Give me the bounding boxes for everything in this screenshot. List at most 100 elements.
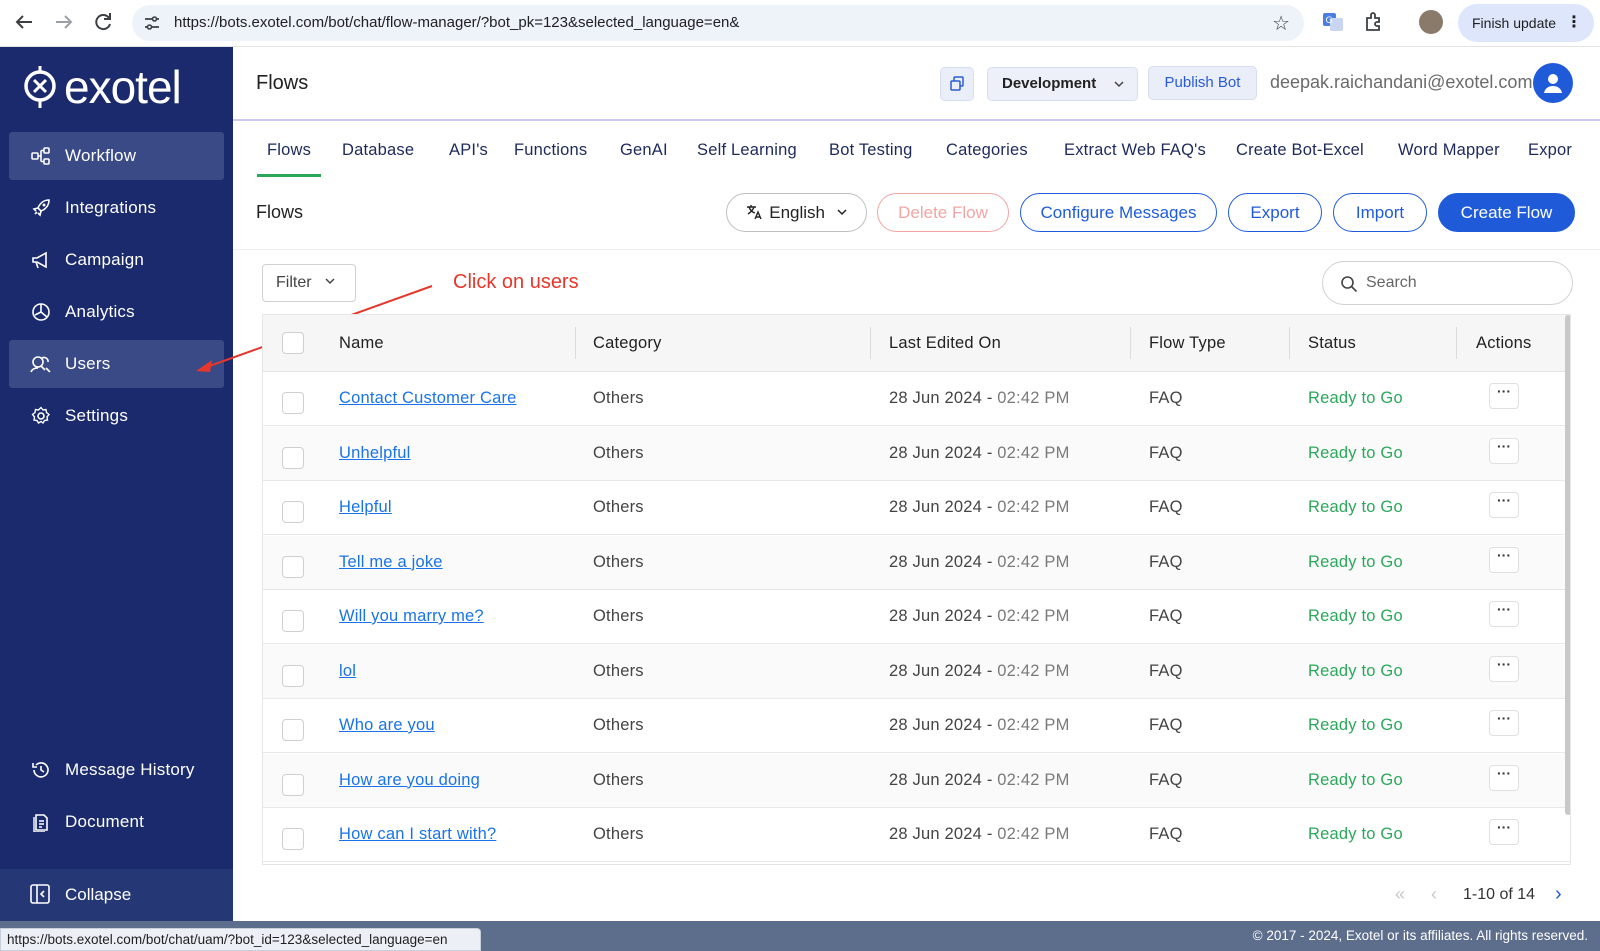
back-arrow-icon[interactable] <box>12 10 36 34</box>
row-checkbox[interactable] <box>282 501 304 523</box>
select-all-checkbox[interactable] <box>282 332 304 354</box>
prev-page-icon[interactable]: ‹ <box>1431 884 1437 905</box>
sidebar-item-campaign[interactable]: Campaign <box>9 236 224 284</box>
flow-name-link[interactable]: Unhelpful <box>339 427 411 480</box>
copy-button[interactable] <box>940 67 974 101</box>
tab-extract-web-faqs[interactable]: Extract Web FAQ's <box>1054 123 1216 177</box>
tab-functions[interactable]: Functions <box>504 123 597 177</box>
flow-status: Ready to Go <box>1308 770 1403 789</box>
sidebar-item-document[interactable]: Document <box>9 798 224 846</box>
flows-table: Name Category Last Edited On Flow Type S… <box>262 314 1571 865</box>
flow-name-link[interactable]: Contact Customer Care <box>339 372 517 425</box>
sidebar-item-workflow[interactable]: Workflow <box>9 132 224 180</box>
user-avatar[interactable] <box>1533 63 1573 103</box>
flow-name-link[interactable]: Will you marry me? <box>339 590 484 643</box>
flow-last-edited: 28 Jun 2024 - 02:42 PM <box>889 661 1070 680</box>
column-divider <box>1289 327 1290 359</box>
row-actions-button[interactable]: ··· <box>1489 601 1519 627</box>
column-header-flow-type[interactable]: Flow Type <box>1149 315 1226 372</box>
flow-name-link[interactable]: lol <box>339 645 356 698</box>
export-button[interactable]: Export <box>1228 193 1322 232</box>
tab-self-learning[interactable]: Self Learning <box>687 123 807 177</box>
row-checkbox[interactable] <box>282 773 304 796</box>
tab-genai[interactable]: GenAI <box>610 123 678 177</box>
sidebar-item-integrations[interactable]: Integrations <box>9 184 224 232</box>
table-row[interactable]: Will you marry me? Others 28 Jun 2024 - 02… <box>263 590 1570 644</box>
address-bar[interactable]: https://bots.exotel.com/bot/chat/flow-ma… <box>132 5 1304 41</box>
collapse-button[interactable]: Collapse <box>0 869 233 921</box>
tab-bot-testing[interactable]: Bot Testing <box>819 123 923 177</box>
column-header-category[interactable]: Category <box>593 315 662 372</box>
tab-categories[interactable]: Categories <box>936 123 1038 177</box>
flow-name-link[interactable]: Tell me a joke <box>339 536 443 589</box>
flow-name-link[interactable]: Helpful <box>339 481 392 534</box>
row-checkbox[interactable] <box>282 446 304 469</box>
forward-arrow-icon[interactable] <box>52 10 76 34</box>
table-row[interactable]: lol Others 28 Jun 2024 - 02:42 PM FAQ Ready … <box>263 644 1570 699</box>
chevron-down-icon <box>1113 68 1125 102</box>
table-row[interactable]: How can I start with? Others 28 Jun 2024 -… <box>263 808 1570 862</box>
flow-name-link[interactable]: Who are you <box>339 699 435 752</box>
row-checkbox[interactable] <box>282 719 304 741</box>
exotel-logo[interactable]: exotel <box>22 61 182 113</box>
row-actions-button[interactable]: ··· <box>1489 655 1519 682</box>
reload-icon[interactable] <box>91 10 115 34</box>
row-actions-button[interactable]: ··· <box>1489 710 1519 736</box>
sidebar-item-settings[interactable]: Settings <box>9 392 224 440</box>
flow-name-link[interactable]: How are you doing <box>339 754 480 807</box>
document-icon <box>30 811 52 833</box>
flow-type: FAQ <box>1149 498 1183 516</box>
table-row[interactable]: Contact Customer Care Others 28 Jun 2024 -… <box>263 372 1570 426</box>
user-email: deepak.raichandani@exotel.com <box>1270 72 1533 92</box>
row-checkbox[interactable] <box>282 828 304 850</box>
row-actions-button[interactable]: ··· <box>1489 437 1519 464</box>
profile-avatar[interactable] <box>1419 10 1443 34</box>
row-checkbox[interactable] <box>282 555 304 578</box>
first-page-icon[interactable]: « <box>1395 884 1405 905</box>
bookmark-star-icon[interactable]: ☆ <box>1272 11 1290 36</box>
import-button[interactable]: Import <box>1333 193 1427 232</box>
more-horiz-icon: ··· <box>1497 492 1511 508</box>
column-header-status[interactable]: Status <box>1308 315 1356 372</box>
row-actions-button[interactable]: ··· <box>1489 383 1519 409</box>
configure-messages-button[interactable]: Configure Messages <box>1020 193 1217 232</box>
tab-apis[interactable]: API's <box>439 123 498 177</box>
table-row[interactable]: Tell me a joke Others 28 Jun 2024 - 02:42 … <box>263 535 1570 590</box>
flow-type: FAQ <box>1149 389 1183 407</box>
row-actions-button[interactable]: ··· <box>1489 764 1519 791</box>
publish-bot-button[interactable]: Publish Bot <box>1148 66 1257 100</box>
tab-word-mapper[interactable]: Word Mapper <box>1388 123 1510 177</box>
next-page-icon[interactable]: › <box>1555 883 1562 906</box>
tab-flows[interactable]: Flows <box>257 123 322 177</box>
create-flow-button[interactable]: Create Flow <box>1438 193 1575 232</box>
table-row[interactable]: Helpful Others 28 Jun 2024 - 02:42 PM FAQ Re… <box>263 481 1570 535</box>
column-header-last-edited[interactable]: Last Edited On <box>889 315 1001 372</box>
finish-update-button[interactable]: Finish update ⋮ <box>1458 4 1594 42</box>
table-row[interactable]: Unhelpful Others 28 Jun 2024 - 02:42 PM FAQ… <box>263 426 1570 481</box>
table-row[interactable]: How are you doing Others 28 Jun 2024 - 02:… <box>263 753 1570 808</box>
extensions-icon[interactable] <box>1362 10 1386 34</box>
search-input[interactable]: Search <box>1322 261 1573 305</box>
environment-select[interactable]: Development <box>987 67 1138 101</box>
row-actions-button[interactable]: ··· <box>1489 492 1519 518</box>
sidebar-item-message-history[interactable]: Message History <box>9 746 224 794</box>
translate-icon[interactable]: G <box>1321 10 1345 34</box>
row-actions-button[interactable]: ··· <box>1489 546 1519 573</box>
row-checkbox[interactable] <box>282 664 304 687</box>
delete-flow-button[interactable]: Delete Flow <box>877 193 1009 232</box>
flow-category: Others <box>593 607 644 625</box>
row-actions-button[interactable]: ··· <box>1489 819 1519 845</box>
language-select[interactable]: English <box>726 193 867 232</box>
tab-export[interactable]: Expor <box>1518 123 1582 177</box>
row-checkbox[interactable] <box>282 392 304 414</box>
column-header-name[interactable]: Name <box>339 315 384 372</box>
row-checkbox[interactable] <box>282 610 304 632</box>
site-settings-icon[interactable] <box>142 13 162 33</box>
flow-last-edited: 28 Jun 2024 - 02:42 PM <box>889 498 1070 516</box>
more-vert-icon[interactable]: ⋮ <box>1566 4 1582 42</box>
table-scrollbar[interactable] <box>1565 315 1570 815</box>
tab-database[interactable]: Database <box>332 123 424 177</box>
table-row[interactable]: Who are you Others 28 Jun 2024 - 02:42 PM F… <box>263 699 1570 753</box>
tab-create-bot-excel[interactable]: Create Bot-Excel <box>1226 123 1374 177</box>
flow-name-link[interactable]: How can I start with? <box>339 808 496 861</box>
